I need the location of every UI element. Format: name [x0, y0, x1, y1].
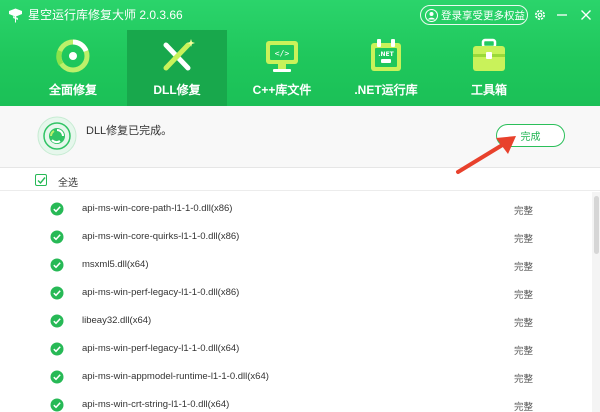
select-all-label: 全选 — [58, 178, 78, 189]
check-circle-icon — [50, 258, 64, 272]
checkmark-icon — [37, 176, 46, 184]
check-circle-icon — [50, 202, 64, 216]
list-item: libeay32.dll(x64) 完整 — [0, 306, 592, 334]
dll-name: api-ms-win-core-quirks-l1-1-0.dll(x86) — [82, 231, 240, 242]
tab-dotnet-runtime[interactable]: .NET .NET运行库 — [336, 30, 436, 106]
settings-button[interactable] — [530, 5, 550, 25]
status-message: DLL修复已完成。 — [86, 125, 173, 137]
net-calendar-icon: .NET — [371, 39, 401, 71]
dll-name: api-ms-win-crt-string-l1-1-0.dll(x64) — [82, 399, 230, 410]
check-circle-icon — [50, 398, 64, 412]
done-button[interactable]: 完成 — [496, 124, 565, 147]
tab-cpp-library-label: C++库文件 — [252, 83, 312, 97]
list-item: api-ms-win-perf-legacy-l1-1-0.dll(x86) 完… — [0, 278, 592, 306]
recycle-icon — [56, 39, 90, 73]
list-item: api-ms-win-crt-string-l1-1-0.dll(x64) 完整 — [0, 390, 592, 412]
dll-status: 完整 — [514, 290, 534, 301]
select-all-row: 全选 — [0, 169, 600, 191]
check-circle-icon — [50, 286, 64, 300]
dll-status: 完整 — [514, 374, 534, 385]
minimize-icon — [557, 14, 567, 16]
repair-complete-icon — [37, 116, 77, 156]
login-label: 登录享受更多权益 — [441, 9, 525, 22]
list-item: api-ms-win-core-quirks-l1-1-0.dll(x86) 完… — [0, 222, 592, 250]
toolbox-icon — [473, 38, 505, 71]
dll-name: msxml5.dll(x64) — [82, 259, 149, 270]
tab-dll-repair[interactable]: DLL修复 — [127, 30, 227, 106]
title-bar: 星空运行库修复大师 2.0.3.66 登录享受更多权益 — [0, 0, 600, 30]
dll-name: api-ms-win-perf-legacy-l1-1-0.dll(x64) — [82, 343, 240, 354]
login-button[interactable]: 登录享受更多权益 — [420, 5, 528, 25]
dll-status: 完整 — [514, 346, 534, 357]
code-monitor-icon: </> — [266, 41, 298, 72]
close-icon — [581, 10, 591, 20]
svg-text:.NET: .NET — [378, 51, 394, 58]
header: 星空运行库修复大师 2.0.3.66 登录享受更多权益 全面修复 DLL修复 <… — [0, 0, 600, 106]
list-scrollbar[interactable] — [592, 192, 600, 412]
app-title: 星空运行库修复大师 2.0.3.66 — [28, 8, 183, 22]
main-nav: 全面修复 DLL修复 </> C++库文件 .NET .NET运行库 工具箱 — [0, 30, 600, 106]
dll-name: api-ms-win-core-path-l1-1-0.dll(x86) — [82, 203, 233, 214]
check-circle-icon — [50, 230, 64, 244]
dll-name: libeay32.dll(x64) — [82, 315, 152, 326]
dll-status: 完整 — [514, 318, 534, 329]
tab-cpp-library[interactable]: </> C++库文件 — [233, 30, 331, 106]
tab-dotnet-runtime-label: .NET运行库 — [354, 83, 418, 97]
dll-status: 完整 — [514, 206, 534, 217]
list-item: api-ms-win-core-path-l1-1-0.dll(x86) 完整 — [0, 194, 592, 222]
dll-name: api-ms-win-appmodel-runtime-l1-1-0.dll(x… — [82, 371, 269, 382]
app-logo-icon — [9, 8, 22, 23]
list-item: msxml5.dll(x64) 完整 — [0, 250, 592, 278]
tab-full-repair[interactable]: 全面修复 — [27, 30, 119, 106]
gear-icon — [535, 10, 545, 20]
dll-status: 完整 — [514, 234, 534, 245]
dll-status: 完整 — [514, 262, 534, 273]
tab-toolbox-label: 工具箱 — [470, 83, 507, 97]
tab-dll-repair-label: DLL修复 — [153, 83, 201, 97]
check-circle-icon — [50, 314, 64, 328]
list-item: api-ms-win-perf-legacy-l1-1-0.dll(x64) 完… — [0, 334, 592, 362]
dll-list: api-ms-win-core-path-l1-1-0.dll(x86) 完整 … — [0, 192, 592, 412]
close-button[interactable] — [576, 5, 596, 25]
check-circle-icon — [50, 342, 64, 356]
svg-text:</>: </> — [275, 49, 290, 58]
repair-tools-icon — [163, 39, 195, 71]
scrollbar-thumb[interactable] — [594, 196, 599, 254]
tab-full-repair-label: 全面修复 — [48, 83, 97, 97]
check-circle-icon — [50, 370, 64, 384]
user-icon — [425, 8, 438, 22]
select-all-checkbox[interactable] — [35, 174, 47, 186]
dll-status: 完整 — [514, 402, 534, 412]
minimize-button[interactable] — [552, 5, 572, 25]
list-item: api-ms-win-appmodel-runtime-l1-1-0.dll(x… — [0, 362, 592, 390]
tab-toolbox[interactable]: 工具箱 — [443, 30, 535, 106]
dll-name: api-ms-win-perf-legacy-l1-1-0.dll(x86) — [82, 287, 240, 298]
